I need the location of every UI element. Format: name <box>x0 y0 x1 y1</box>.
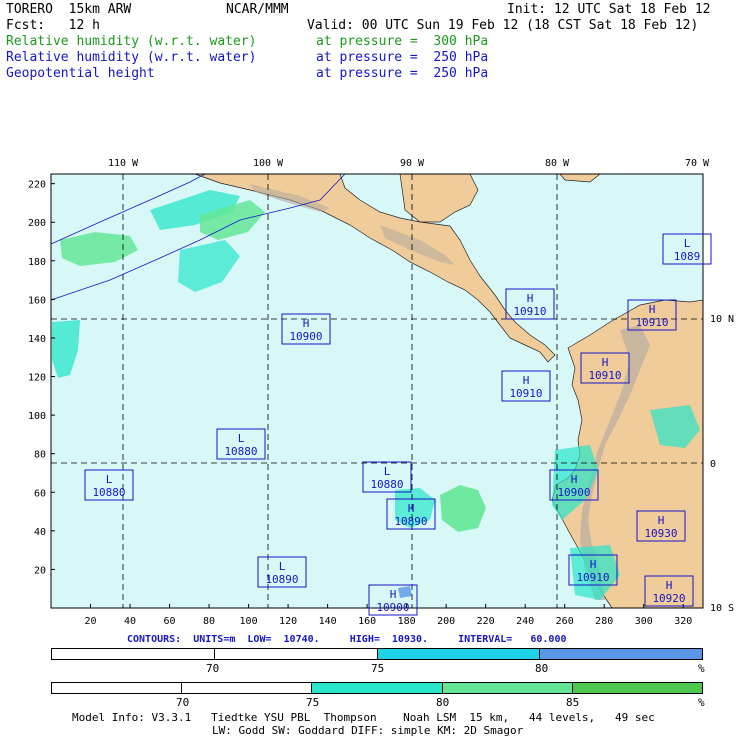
x-tick-label: 120 <box>279 616 297 627</box>
y-tick-label: 160 <box>28 295 46 306</box>
center-value: 10900 <box>376 601 409 614</box>
x-tick-label: 200 <box>437 616 455 627</box>
y-tick-label: 100 <box>28 411 46 422</box>
y-tick-label: 40 <box>34 527 46 538</box>
center-value: 10910 <box>635 316 668 329</box>
physics-info: LW: Godd SW: Goddard DIFF: simple KM: 2D… <box>212 724 524 737</box>
y-tick-label: 220 <box>28 180 46 191</box>
legend1-label-80: 80 <box>535 662 549 675</box>
legend2-label-85: 85 <box>566 696 580 709</box>
x-tick-label: 180 <box>398 616 416 627</box>
contour-info: CONTOURS: UNITS=m LOW= 10740. HIGH= 1093… <box>127 634 567 645</box>
center-value: 10880 <box>224 445 257 458</box>
center-value: 10900 <box>289 330 322 343</box>
center-value: 10910 <box>576 571 609 584</box>
center-type: H <box>527 292 534 305</box>
center-type: H <box>303 317 310 330</box>
center-value: 10920 <box>652 592 685 605</box>
legend2-label-75: 75 <box>306 696 320 709</box>
legend-swatch <box>377 649 541 659</box>
center-type: L <box>106 473 113 486</box>
x-tick-label: 160 <box>358 616 376 627</box>
x-tick-label: 220 <box>477 616 495 627</box>
legend1-label-70: 70 <box>206 662 220 675</box>
legend-swatch <box>52 649 215 659</box>
lon-label: 70 W <box>685 158 710 169</box>
center-type: H <box>390 588 397 601</box>
center-type: H <box>658 514 665 527</box>
legend-swatch <box>442 683 573 693</box>
center-value: 10880 <box>92 486 125 499</box>
x-tick-label: 100 <box>240 616 258 627</box>
x-tick-label: 300 <box>635 616 653 627</box>
lat-label: 10 N <box>710 314 734 325</box>
center-value: 10880 <box>370 478 403 491</box>
y-tick-label: 60 <box>34 488 46 499</box>
legend-bar-250 <box>51 648 703 660</box>
legend1-label-75: 75 <box>371 662 385 675</box>
x-tick-label: 280 <box>595 616 613 627</box>
center-type: L <box>238 432 245 445</box>
y-tick-label: 80 <box>34 450 46 461</box>
x-tick-label: 240 <box>516 616 534 627</box>
center-value: 1089 <box>674 250 701 263</box>
legend1-label-pct: % <box>698 662 705 675</box>
center-value: 10900 <box>557 486 590 499</box>
x-tick-label: 260 <box>556 616 574 627</box>
center-type: L <box>384 465 391 478</box>
legend-swatch <box>182 683 313 693</box>
center-type: L <box>279 560 286 573</box>
x-tick-label: 80 <box>203 616 215 627</box>
center-value: 10930 <box>644 527 677 540</box>
y-tick-label: 180 <box>28 257 46 268</box>
center-type: L <box>684 237 691 250</box>
x-tick-label: 20 <box>84 616 96 627</box>
center-value: 10890 <box>265 573 298 586</box>
legend-swatch <box>312 683 443 693</box>
center-value: 10910 <box>509 387 542 400</box>
center-type: H <box>602 356 609 369</box>
legend-swatch <box>572 683 703 693</box>
x-tick-label: 40 <box>124 616 136 627</box>
legend-swatch <box>214 649 378 659</box>
lon-label: 100 W <box>253 158 284 169</box>
center-value: 10890 <box>394 515 427 528</box>
weather-map: H10910H10900L1089H10910H10910H10910L1088… <box>28 158 734 627</box>
legend-swatch <box>52 683 183 693</box>
x-tick-label: 60 <box>164 616 176 627</box>
y-tick-label: 20 <box>34 565 46 576</box>
legend-swatch <box>540 649 702 659</box>
center-value: 10910 <box>513 305 546 318</box>
model-info: Model Info: V3.3.1 Tiedtke YSU PBL Thomp… <box>72 711 655 724</box>
center-type: H <box>571 473 578 486</box>
center-value: 10910 <box>588 369 621 382</box>
lat-label: 0 <box>710 459 716 470</box>
lon-label: 90 W <box>400 158 425 169</box>
legend-bar-300 <box>51 682 703 694</box>
lat-label: 10 S <box>710 603 734 614</box>
legend2-label-pct: % <box>698 696 705 709</box>
center-type: H <box>649 303 656 316</box>
legend2-label-80: 80 <box>436 696 450 709</box>
x-tick-label: 140 <box>319 616 337 627</box>
center-type: H <box>590 558 597 571</box>
y-tick-label: 120 <box>28 373 46 384</box>
center-type: H <box>523 374 530 387</box>
center-type: H <box>666 579 673 592</box>
legend2-label-70: 70 <box>176 696 190 709</box>
center-type: H <box>408 502 415 515</box>
lon-label: 80 W <box>545 158 570 169</box>
y-tick-label: 140 <box>28 334 46 345</box>
y-tick-label: 200 <box>28 218 46 229</box>
x-tick-label: 320 <box>674 616 692 627</box>
lon-label: 110 W <box>108 158 139 169</box>
